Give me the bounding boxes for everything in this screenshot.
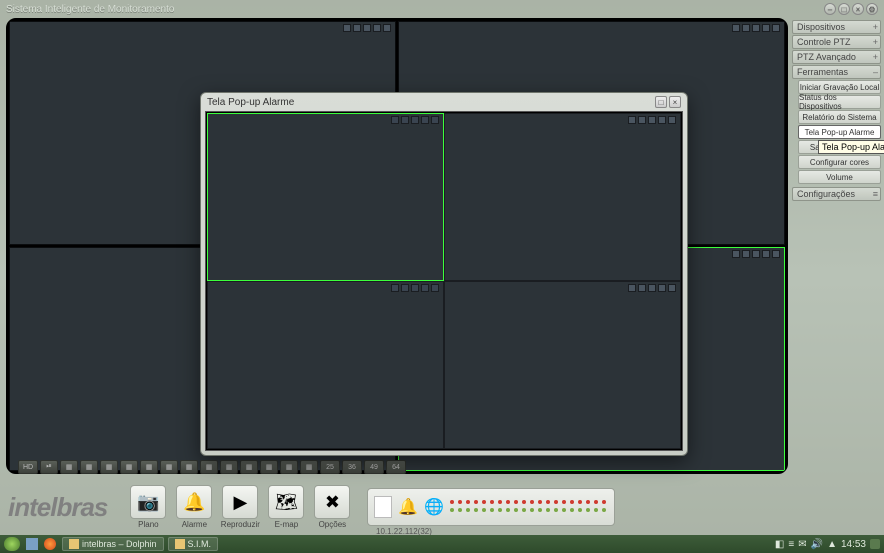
bell-icon: 🔔 bbox=[398, 497, 418, 517]
modal-title: Tela Pop-up Alarme bbox=[207, 97, 294, 108]
emap-button[interactable]: 🗺E-map bbox=[265, 485, 307, 529]
taskbar-task[interactable]: S.I.M. bbox=[168, 537, 219, 551]
app-titlebar: Sistema Inteligente de Monitoramento – □… bbox=[0, 0, 884, 18]
layout-btn[interactable]: ▦ bbox=[140, 460, 158, 474]
panel-ferramentas[interactable]: Ferramentas– bbox=[792, 65, 881, 79]
os-taskbar: intelbras – Dolphin S.I.M. ◧ ≡ ✉ 🔊 ▲ 14:… bbox=[0, 535, 884, 553]
tool-configurar-cores[interactable]: Configurar cores bbox=[798, 155, 881, 169]
layout-btn[interactable]: ▦ bbox=[80, 460, 98, 474]
app-icon bbox=[175, 539, 185, 549]
tool-iniciar-gravacao[interactable]: Iniciar Gravação Local bbox=[798, 80, 881, 94]
layout-btn[interactable]: ▦ bbox=[200, 460, 218, 474]
taskbar-task[interactable]: intelbras – Dolphin bbox=[62, 537, 164, 551]
plano-button[interactable]: 📷Plano bbox=[127, 485, 169, 529]
layout-btn[interactable]: ▦ bbox=[160, 460, 178, 474]
layout-btn[interactable]: ▦ bbox=[300, 460, 318, 474]
layout-25-button[interactable]: 25 bbox=[320, 460, 340, 474]
modal-body bbox=[205, 111, 683, 451]
layout-36-button[interactable]: 36 bbox=[342, 460, 362, 474]
device-icon bbox=[374, 496, 392, 518]
chevron-icon: + bbox=[873, 22, 878, 32]
panel-configuracoes[interactable]: Configurações≡ bbox=[792, 187, 881, 201]
alarm-pane-4[interactable] bbox=[444, 281, 681, 449]
chevron-icon: + bbox=[873, 52, 878, 62]
layout-btn[interactable]: ▦ bbox=[180, 460, 198, 474]
layout-btn[interactable]: ⏯ bbox=[40, 460, 58, 474]
chevron-icon: ≡ bbox=[873, 189, 878, 199]
layout-btn[interactable]: ▦ bbox=[260, 460, 278, 474]
sidebar: Dispositivos+ Controle PTZ+ PTZ Avançado… bbox=[792, 18, 884, 474]
chevron-icon: – bbox=[873, 67, 878, 77]
window-max-button[interactable]: □ bbox=[838, 3, 850, 15]
tray-icon[interactable]: ≡ bbox=[788, 539, 794, 550]
layout-toolbar: HD ⏯ ▦ ▦ ▦ ▦ ▦ ▦ ▦ ▦ ▦ ▦ ▦ ▦ ▦ 25 36 49 … bbox=[18, 460, 406, 474]
tool-status-dispositivos[interactable]: Status dos Dispositivos bbox=[798, 95, 881, 109]
start-button[interactable] bbox=[4, 537, 20, 551]
tray-icon[interactable]: ✉ bbox=[798, 539, 806, 550]
bell-icon: 🔔 bbox=[176, 485, 212, 519]
taskbar-clock[interactable]: 14:53 bbox=[841, 539, 866, 550]
folder-icon bbox=[69, 539, 79, 549]
panel-controle-ptz[interactable]: Controle PTZ+ bbox=[792, 35, 881, 49]
layout-hd-button[interactable]: HD bbox=[18, 460, 38, 474]
modal-titlebar[interactable]: Tela Pop-up Alarme □ × bbox=[201, 93, 687, 111]
alarm-pane-1[interactable] bbox=[207, 113, 444, 281]
opcoes-button[interactable]: ✖Opções bbox=[311, 485, 353, 529]
window-close-button[interactable]: × bbox=[852, 3, 864, 15]
tooltip: Tela Pop-up Alarme bbox=[818, 140, 884, 154]
modal-close-button[interactable]: × bbox=[669, 96, 681, 108]
app-launcher-icon[interactable] bbox=[26, 538, 38, 550]
firefox-icon[interactable] bbox=[44, 538, 56, 550]
panel-dispositivos[interactable]: Dispositivos+ bbox=[792, 20, 881, 34]
alarme-button[interactable]: 🔔Alarme bbox=[173, 485, 215, 529]
layout-49-button[interactable]: 49 bbox=[364, 460, 384, 474]
play-icon: ▶ bbox=[222, 485, 258, 519]
volume-icon[interactable]: 🔊 bbox=[811, 539, 823, 550]
tool-volume[interactable]: Volume bbox=[798, 170, 881, 184]
tool-relatorio-sistema[interactable]: Relatório do Sistema bbox=[798, 110, 881, 124]
tool-tela-popup-alarme[interactable]: Tela Pop-up Alarme bbox=[798, 125, 881, 139]
led-grid bbox=[450, 500, 608, 514]
system-tray: ◧ ≡ ✉ 🔊 ▲ bbox=[775, 539, 837, 550]
alarm-popup-window: Tela Pop-up Alarme □ × bbox=[200, 92, 688, 456]
alarm-pane-2[interactable] bbox=[444, 113, 681, 281]
modal-max-button[interactable]: □ bbox=[655, 96, 667, 108]
show-desktop-icon[interactable] bbox=[870, 539, 880, 549]
tools-icon: ✖ bbox=[314, 485, 350, 519]
alarm-pane-3[interactable] bbox=[207, 281, 444, 449]
layout-btn[interactable]: ▦ bbox=[120, 460, 138, 474]
camera-icon: 📷 bbox=[130, 485, 166, 519]
app-bar: intelbras 📷Plano 🔔Alarme ▶Reproduzir 🗺E-… bbox=[0, 478, 884, 536]
globe-icon: 🌐 bbox=[424, 497, 444, 517]
tray-icon[interactable]: ▲ bbox=[827, 539, 837, 550]
chevron-icon: + bbox=[873, 37, 878, 47]
brand-logo: intelbras bbox=[8, 492, 107, 523]
window-min-button[interactable]: – bbox=[824, 3, 836, 15]
layout-btn[interactable]: ▦ bbox=[60, 460, 78, 474]
layout-64-button[interactable]: 64 bbox=[386, 460, 406, 474]
map-icon: 🗺 bbox=[268, 485, 304, 519]
status-panel: 🔔 🌐 bbox=[367, 488, 615, 526]
app-title: Sistema Inteligente de Monitoramento bbox=[6, 4, 174, 15]
layout-btn[interactable]: ▦ bbox=[220, 460, 238, 474]
window-settings-button[interactable]: ⚙ bbox=[866, 3, 878, 15]
layout-btn[interactable]: ▦ bbox=[240, 460, 258, 474]
reproduzir-button[interactable]: ▶Reproduzir bbox=[219, 485, 261, 529]
layout-btn[interactable]: ▦ bbox=[100, 460, 118, 474]
layout-btn[interactable]: ▦ bbox=[280, 460, 298, 474]
panel-ptz-avancado[interactable]: PTZ Avançado+ bbox=[792, 50, 881, 64]
tray-icon[interactable]: ◧ bbox=[775, 539, 784, 550]
